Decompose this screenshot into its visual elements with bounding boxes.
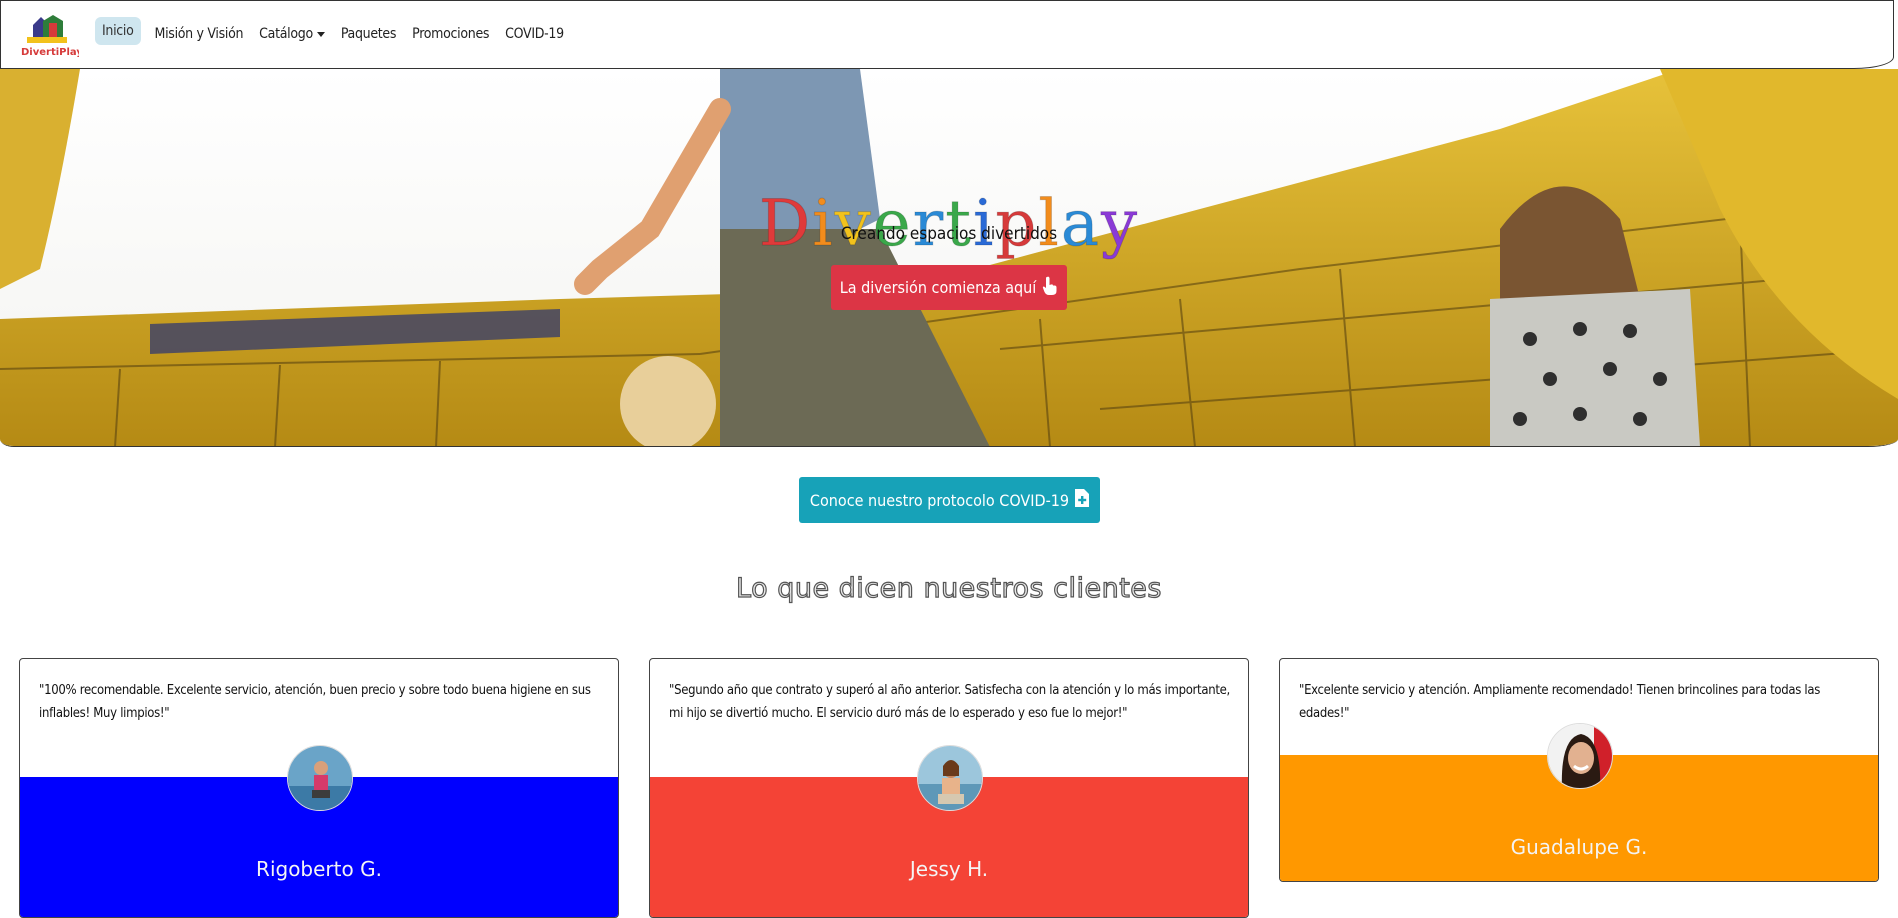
cta-button-label: La diversión comienza aquí	[839, 278, 1037, 297]
avatar	[1547, 723, 1613, 789]
testimonial-name: Rigoberto G.	[256, 857, 382, 881]
testimonial-name: Guadalupe G.	[1510, 835, 1648, 859]
caret-down-icon	[316, 31, 325, 37]
avatar	[917, 745, 983, 811]
nav-item-catalogo-label: Catálogo	[259, 26, 313, 42]
testimonial-card: "Excelente servicio y atención. Ampliame…	[1279, 658, 1879, 882]
logo-text: DivertiPlay	[21, 47, 79, 57]
testimonial-card: "Segundo año que contrato y superó al añ…	[649, 658, 1249, 918]
hero-subtitle: Creando espacios divertidos	[840, 224, 1058, 244]
testimonial-name: Jessy H.	[909, 857, 989, 881]
nav-menu: Inicio Misión y Visión Catálogo Paquetes…	[95, 17, 572, 49]
hero-banner: Divertiplay Creando espacios divertidos …	[0, 69, 1898, 447]
nav-item-paquetes[interactable]: Paquetes	[333, 19, 404, 49]
nav-item-covid[interactable]: COVID-19	[497, 19, 572, 49]
covid-protocol-button[interactable]: Conoce nuestro protocolo COVID-19	[799, 477, 1100, 523]
nav-item-inicio[interactable]: Inicio	[95, 17, 141, 45]
divertiplay-logo[interactable]: DivertiPlay	[19, 15, 83, 58]
cta-button[interactable]: La diversión comienza aquí	[831, 265, 1067, 310]
file-medical-icon	[1075, 489, 1090, 511]
nav-item-promociones[interactable]: Promociones	[404, 19, 497, 49]
testimonial-card: "100% recomendable. Excelente servicio, …	[19, 658, 619, 918]
covid-protocol-label: Conoce nuestro protocolo COVID-19	[809, 490, 1070, 510]
avatar	[287, 745, 353, 811]
navbar: DivertiPlay Inicio Misión y Visión Catál…	[0, 0, 1894, 69]
testimonial-quote: "100% recomendable. Excelente servicio, …	[39, 683, 591, 721]
pointer-hand-icon	[1042, 276, 1058, 300]
nav-item-mision-vision[interactable]: Misión y Visión	[147, 19, 252, 49]
testimonial-quote: "Segundo año que contrato y superó al añ…	[669, 683, 1230, 721]
nav-item-catalogo[interactable]: Catálogo	[251, 19, 333, 49]
testimonials-title: Lo que dicen nuestros clientes	[735, 572, 1162, 604]
testimonial-quote: "Excelente servicio y atención. Ampliame…	[1299, 683, 1821, 721]
